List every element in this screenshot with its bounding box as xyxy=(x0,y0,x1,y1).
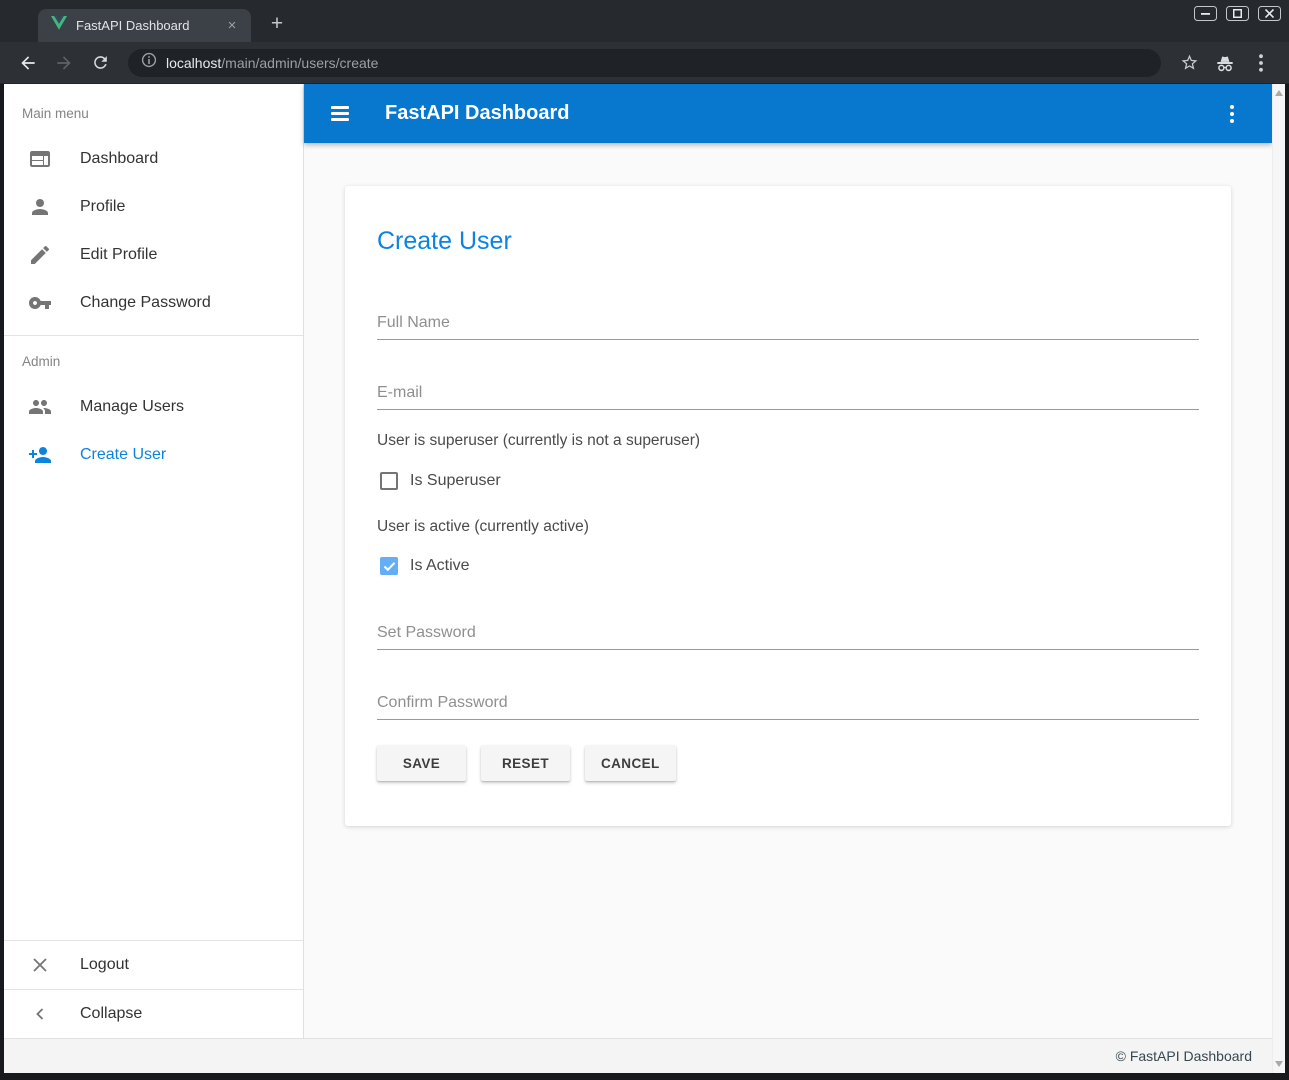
chevron-left-icon xyxy=(28,1002,52,1026)
sidebar: Main menu Dashboard Profile xyxy=(4,84,304,1038)
reset-button[interactable]: RESET xyxy=(481,745,570,781)
page-footer: © FastAPI Dashboard xyxy=(4,1038,1285,1073)
vue-logo-icon xyxy=(51,16,67,35)
sidebar-item-label: Logout xyxy=(80,956,129,974)
forward-button[interactable] xyxy=(49,48,79,78)
sidebar-item-dashboard[interactable]: Dashboard xyxy=(4,135,303,183)
sidebar-item-manage-users[interactable]: Manage Users xyxy=(4,383,303,431)
tab-strip: FastAPI Dashboard × + xyxy=(0,0,1289,42)
superuser-hint: User is superuser (currently is not a su… xyxy=(377,432,1199,450)
set-password-input[interactable] xyxy=(377,622,1199,650)
full-name-input[interactable] xyxy=(377,312,1199,340)
page-scrollbar[interactable] xyxy=(1272,84,1285,1073)
full-name-field-wrap xyxy=(377,312,1199,340)
browser-window: FastAPI Dashboard × + xyxy=(0,0,1289,1080)
sidebar-item-change-password[interactable]: Change Password xyxy=(4,279,303,327)
window-maximize-button[interactable] xyxy=(1226,6,1249,21)
app-menu-icon[interactable] xyxy=(1226,101,1238,127)
sidebar-item-label: Profile xyxy=(80,198,125,216)
sidebar-item-logout[interactable]: Logout xyxy=(4,941,303,989)
browser-toolbar: localhost/main/admin/users/create xyxy=(0,42,1289,84)
close-icon xyxy=(28,953,52,977)
save-button[interactable]: SAVE xyxy=(377,745,466,781)
people-icon xyxy=(28,395,52,419)
dashboard-icon xyxy=(28,147,52,171)
active-hint: User is active (currently active) xyxy=(377,518,1199,536)
reload-button[interactable] xyxy=(85,48,115,78)
sidebar-item-label: Create User xyxy=(80,446,166,464)
confirm-password-field-wrap xyxy=(377,692,1199,720)
main-area: FastAPI Dashboard Create User User is su… xyxy=(304,84,1272,1038)
window-minimize-button[interactable] xyxy=(1194,6,1217,21)
email-field-wrap xyxy=(377,382,1199,410)
browser-menu-icon[interactable] xyxy=(1246,48,1276,78)
sidebar-item-collapse[interactable]: Collapse xyxy=(4,990,303,1038)
sidebar-header-main-menu: Main menu xyxy=(22,106,303,121)
copyright-text: © FastAPI Dashboard xyxy=(1116,1048,1252,1064)
app-title: FastAPI Dashboard xyxy=(385,102,1226,125)
cancel-button[interactable]: CANCEL xyxy=(585,745,676,781)
url-host: localhost xyxy=(166,55,221,71)
address-bar[interactable]: localhost/main/admin/users/create xyxy=(128,49,1161,77)
content-area: Create User User is superuser (currently… xyxy=(304,143,1272,1038)
hamburger-menu-icon[interactable] xyxy=(331,106,349,121)
sidebar-item-edit-profile[interactable]: Edit Profile xyxy=(4,231,303,279)
is-superuser-checkbox-row[interactable]: Is Superuser xyxy=(377,472,1199,490)
person-add-icon xyxy=(28,443,52,467)
sidebar-item-profile[interactable]: Profile xyxy=(4,183,303,231)
bookmark-star-icon[interactable] xyxy=(1174,48,1204,78)
is-active-checkbox-row[interactable]: Is Active xyxy=(377,557,1199,575)
sidebar-header-admin: Admin xyxy=(22,354,303,369)
pencil-icon xyxy=(28,243,52,267)
checkbox-checked-icon[interactable] xyxy=(380,557,398,575)
sidebar-item-label: Change Password xyxy=(80,294,211,312)
browser-tab[interactable]: FastAPI Dashboard × xyxy=(38,9,251,42)
sidebar-item-create-user[interactable]: Create User xyxy=(4,431,303,479)
app-bar: FastAPI Dashboard xyxy=(304,84,1272,143)
new-tab-button[interactable]: + xyxy=(264,11,290,37)
confirm-password-input[interactable] xyxy=(377,692,1199,720)
person-icon xyxy=(28,195,52,219)
tab-close-icon[interactable]: × xyxy=(223,17,241,35)
window-controls xyxy=(1194,6,1281,21)
window-close-button[interactable] xyxy=(1258,6,1281,21)
create-user-card: Create User User is superuser (currently… xyxy=(345,186,1231,826)
checkbox-unchecked-icon[interactable] xyxy=(380,472,398,490)
email-input[interactable] xyxy=(377,382,1199,410)
back-button[interactable] xyxy=(13,48,43,78)
sidebar-item-label: Manage Users xyxy=(80,398,184,416)
scrollbar-up-icon[interactable] xyxy=(1275,90,1283,96)
tab-title: FastAPI Dashboard xyxy=(76,18,223,33)
page-title: Create User xyxy=(377,226,1199,256)
sidebar-item-label: Collapse xyxy=(80,1005,142,1023)
url-path: /main/admin/users/create xyxy=(221,55,378,71)
is-active-label: Is Active xyxy=(410,557,470,575)
form-buttons: SAVE RESET CANCEL xyxy=(377,745,1199,781)
sidebar-divider xyxy=(4,335,303,336)
incognito-icon xyxy=(1210,48,1240,78)
sidebar-item-label: Dashboard xyxy=(80,150,158,168)
scrollbar-down-icon[interactable] xyxy=(1275,1061,1283,1067)
set-password-field-wrap xyxy=(377,622,1199,650)
page-viewport: Main menu Dashboard Profile xyxy=(4,84,1285,1073)
sidebar-item-label: Edit Profile xyxy=(80,246,157,264)
is-superuser-label: Is Superuser xyxy=(410,472,501,490)
page-info-icon[interactable] xyxy=(141,52,157,73)
sidebar-bottom: Logout Collapse xyxy=(4,940,303,1038)
key-icon xyxy=(28,291,52,315)
